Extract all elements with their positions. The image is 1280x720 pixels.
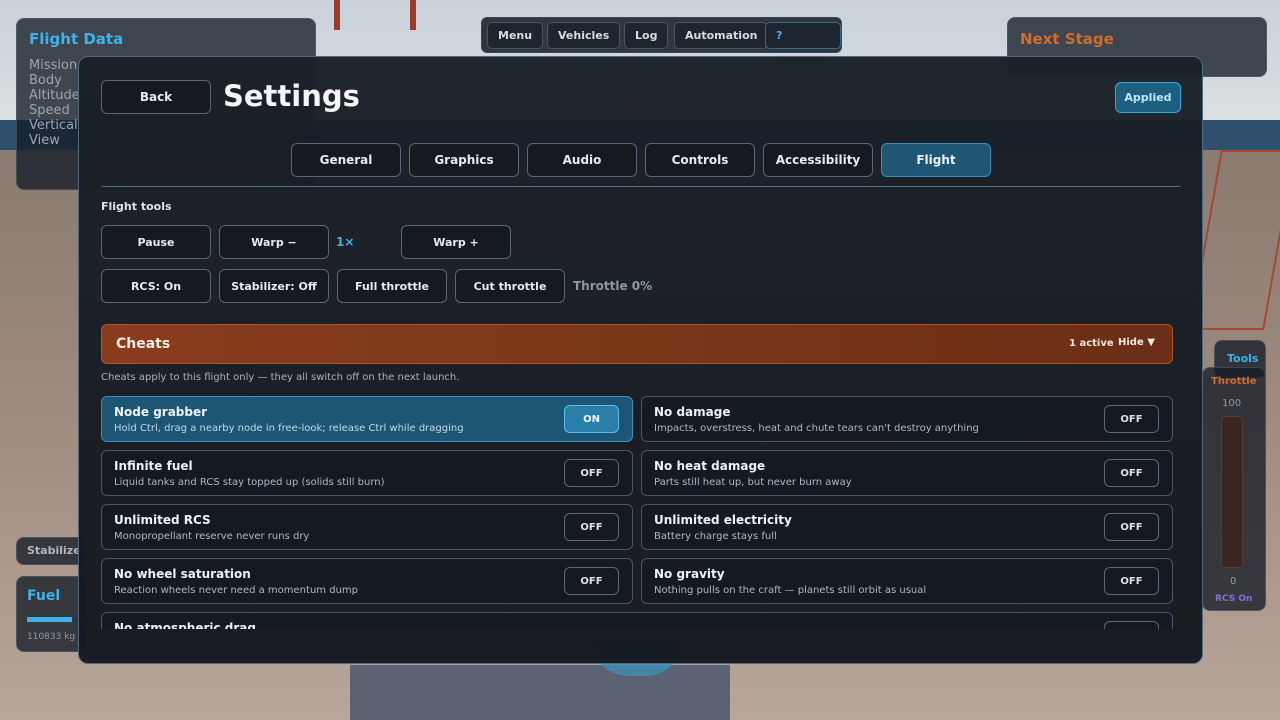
warp-multiplier: 1× (336, 235, 355, 249)
tab-flight[interactable]: Flight (881, 143, 991, 177)
back-button[interactable]: Back (101, 80, 211, 114)
cheat-toggle[interactable]: ON (564, 405, 619, 433)
flight-data-row: Altitude (29, 88, 80, 103)
throttle-max-label: 100 (1222, 398, 1242, 409)
rcs-toggle-button[interactable]: RCS: On (101, 269, 211, 303)
tab-divider (101, 185, 1181, 187)
cheat-description: Battery charge stays full (654, 531, 777, 542)
cheat-infinite-fuel[interactable]: Infinite fuel Liquid tanks and RCS stay … (101, 450, 633, 496)
cheat-name: No gravity (654, 567, 725, 581)
flight-data-row: Body (29, 73, 62, 88)
cheat-description: Reaction wheels never need a momentum du… (114, 585, 358, 596)
rcs-status: RCS On (1215, 594, 1253, 604)
cheats-note: Cheats apply to this flight only — they … (101, 372, 460, 383)
cheats-active-count: 1 active (1069, 338, 1114, 349)
nav-automation-button[interactable]: Automation (674, 22, 769, 49)
cheat-toggle[interactable]: OFF (1104, 513, 1159, 541)
cheat-unlimited-electricity[interactable]: Unlimited electricity Battery charge sta… (641, 504, 1173, 550)
cheat-no-heat-damage[interactable]: No heat damage Parts still heat up, but … (641, 450, 1173, 496)
cheat-name: No damage (654, 405, 731, 419)
cheat-description: Impacts, overstress, heat and chute tear… (654, 423, 979, 434)
cheat-toggle[interactable]: OFF (564, 513, 619, 541)
fuel-mass: 110833 kg (27, 632, 76, 642)
tab-general[interactable]: General (291, 143, 401, 177)
settings-modal: Back Settings Applied General Graphics A… (78, 56, 1203, 664)
top-nav-bar: Menu Vehicles Log Automation ? Controls (481, 17, 842, 67)
throttle-min-label: 0 (1230, 576, 1237, 587)
warp-up-button[interactable]: Warp + (401, 225, 511, 259)
cheat-toggle[interactable]: OFF (1104, 459, 1159, 487)
launch-tower-strut (410, 0, 416, 30)
fuel-title: Fuel (27, 588, 61, 604)
cheat-name: No atmospheric drag (114, 621, 256, 629)
page-title: Settings (223, 79, 360, 113)
flight-tools-label: Flight tools (101, 200, 172, 213)
cheat-node-grabber[interactable]: Node grabber Hold Ctrl, drag a nearby no… (101, 396, 633, 442)
nav-log-button[interactable]: Log (624, 22, 669, 49)
flight-data-rows: Mission Body Altitude Speed Vertical Vie… (29, 58, 80, 148)
pause-button[interactable]: Pause (101, 225, 211, 259)
cheat-description: Nothing pulls on the craft — planets sti… (654, 585, 927, 596)
cheat-toggle[interactable]: OFF (1104, 405, 1159, 433)
fuel-bar-fill (27, 617, 72, 622)
cheat-description: Parts still heat up, but never burn away (654, 477, 852, 488)
nav-vehicles-button[interactable]: Vehicles (547, 22, 621, 49)
cheat-name: Node grabber (114, 405, 208, 419)
tab-audio[interactable]: Audio (527, 143, 637, 177)
next-stage-title: Next Stage (1020, 30, 1114, 48)
stabilizer-toggle-button[interactable]: Stabilizer: Off (219, 269, 329, 303)
cheat-toggle[interactable]: OFF (564, 459, 619, 487)
throttle-slider[interactable] (1221, 416, 1243, 568)
cheat-no-gravity[interactable]: No gravity Nothing pulls on the craft — … (641, 558, 1173, 604)
vehicle-building (350, 665, 730, 720)
cheat-toggle[interactable]: OFF (1104, 621, 1159, 629)
throttle-readout: Throttle 0% (573, 279, 653, 293)
cheats-hide-toggle[interactable]: Hide ▼ (1118, 337, 1155, 348)
cheat-name: Unlimited RCS (114, 513, 211, 527)
tab-graphics[interactable]: Graphics (409, 143, 519, 177)
cheats-title: Cheats (116, 336, 171, 352)
cheat-no-wheel-saturation[interactable]: No wheel saturation Reaction wheels neve… (101, 558, 633, 604)
cheat-toggle[interactable]: OFF (1104, 567, 1159, 595)
applied-button[interactable]: Applied (1115, 82, 1181, 113)
tab-accessibility[interactable]: Accessibility (763, 143, 873, 177)
cheat-list[interactable]: Node grabber Hold Ctrl, drag a nearby no… (101, 396, 1173, 629)
cheat-name: Unlimited electricity (654, 513, 792, 527)
launch-tower-left (334, 0, 340, 30)
flight-data-title: Flight Data (29, 30, 124, 48)
flight-data-row: Speed (29, 103, 70, 118)
warp-down-button[interactable]: Warp − (219, 225, 329, 259)
throttle-title: Throttle (1211, 376, 1257, 387)
cut-throttle-button[interactable]: Cut throttle (455, 269, 565, 303)
flight-data-row: Vertical (29, 118, 78, 133)
cheat-toggle[interactable]: OFF (564, 567, 619, 595)
cheat-no-atmospheric-drag[interactable]: No atmospheric drag OFF (101, 612, 1173, 629)
cheat-no-damage[interactable]: No damage Impacts, overstress, heat and … (641, 396, 1173, 442)
nav-menu-button[interactable]: Menu (487, 22, 544, 49)
tools-label: Tools (1227, 352, 1259, 365)
stabilizer-panel[interactable]: Stabilizer (16, 537, 86, 565)
cheat-description: Hold Ctrl, drag a nearby node in free-lo… (114, 423, 464, 434)
cheat-unlimited-rcs[interactable]: Unlimited RCS Monopropellant reserve nev… (101, 504, 633, 550)
tab-controls[interactable]: Controls (645, 143, 755, 177)
cheat-description: Monopropellant reserve never runs dry (114, 531, 310, 542)
throttle-panel: Throttle 100 0 RCS On (1202, 367, 1266, 611)
nav-controls-button[interactable]: ? Controls (765, 22, 841, 67)
flight-data-row: Mission (29, 58, 78, 73)
full-throttle-button[interactable]: Full throttle (337, 269, 447, 303)
cheat-name: Infinite fuel (114, 459, 193, 473)
cheat-name: No wheel saturation (114, 567, 251, 581)
cheat-description: Liquid tanks and RCS stay topped up (sol… (114, 477, 385, 488)
flight-data-row: View (29, 133, 60, 148)
cheat-name: No heat damage (654, 459, 766, 473)
fuel-panel: Fuel 110833 kg (16, 576, 87, 652)
cheats-header[interactable]: Cheats 1 active Hide ▼ (101, 324, 1173, 364)
